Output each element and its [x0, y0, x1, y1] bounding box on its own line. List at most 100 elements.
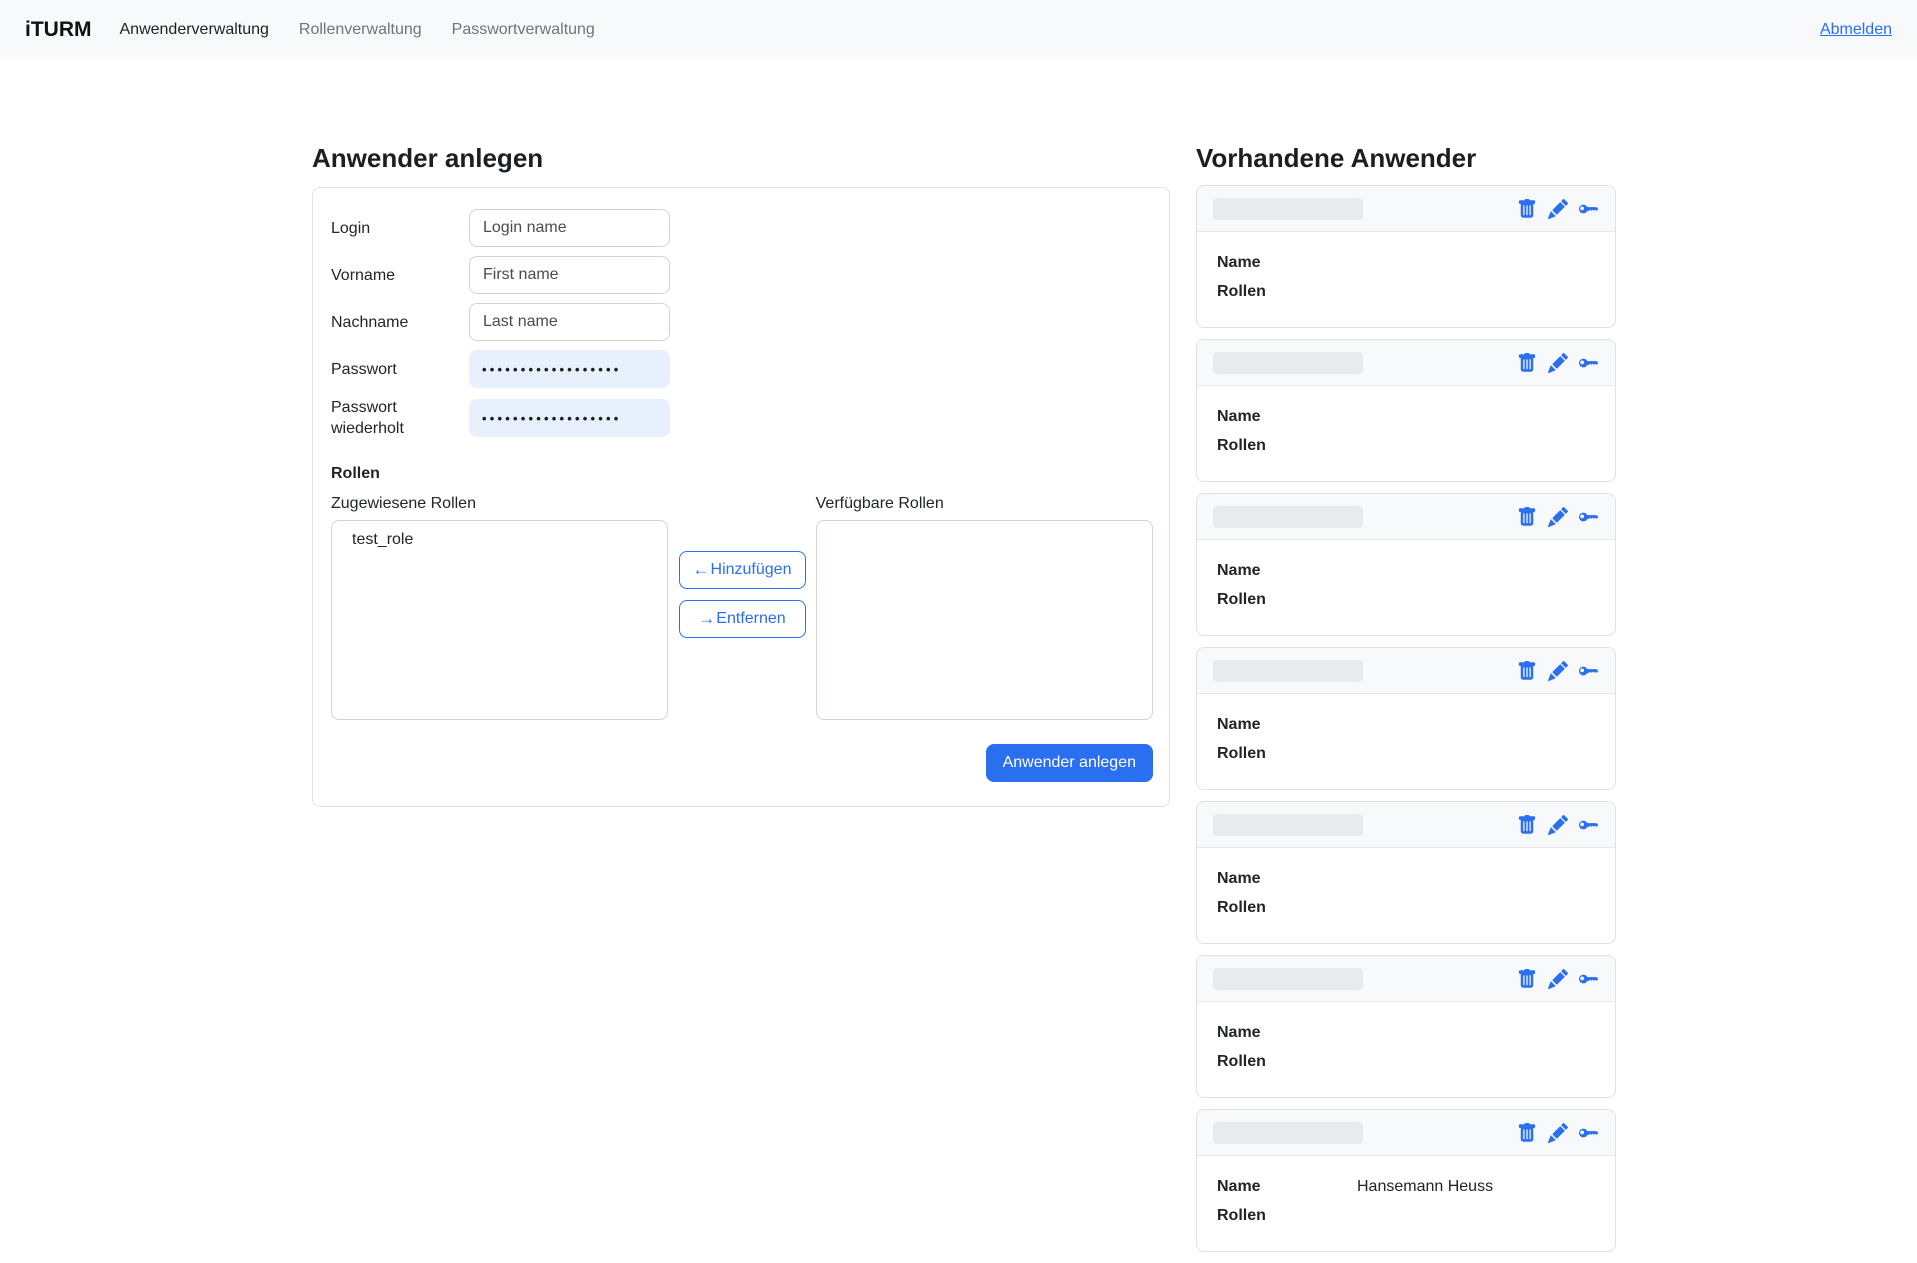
user-name-value: Hansemann Heuss	[1357, 1175, 1493, 1198]
user-card-actions	[1517, 353, 1599, 373]
key-icon[interactable]	[1579, 507, 1599, 527]
pencil-icon[interactable]	[1548, 661, 1568, 681]
nachname-label: Nachname	[331, 312, 469, 333]
passwort-wiederholt-input[interactable]	[469, 399, 670, 437]
create-user-button[interactable]: Anwender anlegen	[986, 744, 1153, 782]
pencil-icon[interactable]	[1548, 507, 1568, 527]
create-user-title: Anwender anlegen	[312, 143, 1170, 173]
trash-icon[interactable]	[1517, 507, 1537, 527]
pencil-icon[interactable]	[1548, 1123, 1568, 1143]
vorname-input[interactable]	[469, 256, 670, 294]
login-row: Login	[331, 209, 1153, 247]
assigned-roles-col: Zugewiesene Rollen test_role	[331, 495, 668, 720]
user-card-body: Name Rollen	[1197, 694, 1615, 789]
roles-row: Zugewiesene Rollen test_role ← Hinzufüge…	[331, 495, 1153, 720]
user-name-row: Name	[1217, 251, 1595, 274]
user-name-label: Name	[1217, 1021, 1357, 1044]
user-login-placeholder	[1213, 660, 1363, 682]
login-label: Login	[331, 218, 469, 239]
user-name-row: Name	[1217, 867, 1595, 890]
user-login-placeholder	[1213, 814, 1363, 836]
key-icon[interactable]	[1579, 199, 1599, 219]
user-card-header	[1197, 1110, 1615, 1156]
passwort-wiederholt-label: Passwort wiederholt	[331, 397, 469, 439]
user-card-header	[1197, 648, 1615, 694]
key-icon[interactable]	[1579, 661, 1599, 681]
nav-item-passwortverwaltung[interactable]: Passwortverwaltung	[452, 21, 595, 39]
user-card-body: Name Rollen	[1197, 232, 1615, 327]
user-name-label: Name	[1217, 559, 1357, 582]
user-name-label: Name	[1217, 713, 1357, 736]
user-rollen-row: Rollen	[1217, 434, 1595, 457]
user-name-row: Name	[1217, 1021, 1595, 1044]
user-card-actions	[1517, 507, 1599, 527]
user-name-label: Name	[1217, 1175, 1357, 1198]
add-role-button[interactable]: ← Hinzufügen	[679, 551, 806, 589]
key-icon[interactable]	[1579, 815, 1599, 835]
login-input[interactable]	[469, 209, 670, 247]
submit-row: Anwender anlegen	[331, 744, 1153, 782]
user-rollen-row: Rollen	[1217, 896, 1595, 919]
vorname-row: Vorname	[331, 256, 1153, 294]
create-user-section: Anwender anlegen Login Vorname Nachname …	[312, 143, 1170, 807]
user-card-actions	[1517, 199, 1599, 219]
nav-item-anwenderverwaltung[interactable]: Anwenderverwaltung	[120, 21, 269, 39]
user-card-list: Name Rollen	[1196, 185, 1616, 1252]
user-rollen-row: Rollen	[1217, 588, 1595, 611]
user-login-placeholder	[1213, 506, 1363, 528]
user-rollen-label: Rollen	[1217, 280, 1357, 303]
user-name-row: Name	[1217, 713, 1595, 736]
user-card-header	[1197, 956, 1615, 1002]
trash-icon[interactable]	[1517, 1123, 1537, 1143]
user-rollen-label: Rollen	[1217, 742, 1357, 765]
pencil-icon[interactable]	[1548, 199, 1568, 219]
user-name-row: Name	[1217, 559, 1595, 582]
user-rollen-label: Rollen	[1217, 434, 1357, 457]
navbar: iTURM Anwenderverwaltung Rollenverwaltun…	[0, 0, 1917, 59]
left-arrow-icon: ←	[693, 560, 710, 580]
user-card-actions	[1517, 815, 1599, 835]
user-card-body: Name Hansemann Heuss Rollen	[1197, 1156, 1615, 1251]
key-icon[interactable]	[1579, 1123, 1599, 1143]
role-option[interactable]: test_role	[332, 521, 667, 559]
key-icon[interactable]	[1579, 969, 1599, 989]
trash-icon[interactable]	[1517, 815, 1537, 835]
user-name-row: Name Hansemann Heuss	[1217, 1175, 1595, 1198]
user-name-label: Name	[1217, 251, 1357, 274]
trash-icon[interactable]	[1517, 969, 1537, 989]
user-rollen-row: Rollen	[1217, 280, 1595, 303]
nachname-input[interactable]	[469, 303, 670, 341]
app-brand[interactable]: iTURM	[25, 18, 92, 42]
nav-item-rollenverwaltung[interactable]: Rollenverwaltung	[299, 21, 422, 39]
trash-icon[interactable]	[1517, 353, 1537, 373]
pencil-icon[interactable]	[1548, 353, 1568, 373]
passwort-input[interactable]	[469, 350, 670, 388]
logout-link[interactable]: Abmelden	[1820, 21, 1892, 39]
remove-role-button[interactable]: → Entfernen	[679, 600, 806, 638]
available-roles-list[interactable]	[816, 520, 1153, 720]
available-roles-col: Verfügbare Rollen	[816, 495, 1153, 720]
rollen-heading: Rollen	[331, 465, 1153, 483]
existing-users-section: Vorhandene Anwender Name	[1196, 143, 1616, 1263]
user-card-body: Name Rollen	[1197, 540, 1615, 635]
user-card-actions	[1517, 1123, 1599, 1143]
user-login-placeholder	[1213, 198, 1363, 220]
trash-icon[interactable]	[1517, 661, 1537, 681]
remove-role-label: Entfernen	[716, 610, 785, 628]
user-rollen-label: Rollen	[1217, 1050, 1357, 1073]
nachname-row: Nachname	[331, 303, 1153, 341]
pencil-icon[interactable]	[1548, 815, 1568, 835]
pencil-icon[interactable]	[1548, 969, 1568, 989]
user-card: Name Rollen	[1196, 185, 1616, 328]
passwort-label: Passwort	[331, 359, 469, 380]
user-rollen-row: Rollen	[1217, 1204, 1595, 1227]
user-login-placeholder	[1213, 968, 1363, 990]
user-name-row: Name	[1217, 405, 1595, 428]
user-card-body: Name Rollen	[1197, 1002, 1615, 1097]
user-name-label: Name	[1217, 867, 1357, 890]
assigned-roles-list[interactable]: test_role	[331, 520, 668, 720]
key-icon[interactable]	[1579, 353, 1599, 373]
user-rollen-row: Rollen	[1217, 1050, 1595, 1073]
trash-icon[interactable]	[1517, 199, 1537, 219]
existing-users-title: Vorhandene Anwender	[1196, 143, 1616, 173]
